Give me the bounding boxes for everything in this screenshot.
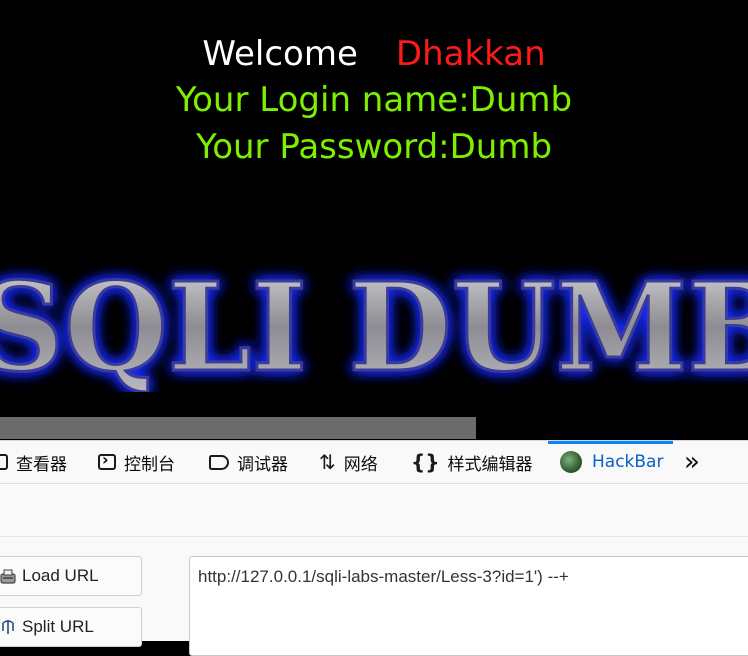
tab-label: 调试器 xyxy=(237,454,288,475)
tab-label: 样式编辑器 xyxy=(447,454,533,475)
tab-label: 网络 xyxy=(343,454,378,475)
load-url-icon xyxy=(0,569,16,584)
tab-inspector[interactable]: 查看器 xyxy=(0,441,67,483)
devtools-tab-bar: 查看器 控制台 调试器 ⇅ 网络 {} 样式编辑器 HackBar » xyxy=(0,441,748,484)
banner-text: SQLI DUMB xyxy=(0,262,748,392)
welcome-text: Welcome xyxy=(202,34,358,74)
url-input[interactable]: http://127.0.0.1/sqli-labs-master/Less-3… xyxy=(189,556,748,656)
network-icon: ⇅ xyxy=(319,450,336,474)
tab-console[interactable]: 控制台 xyxy=(98,441,175,483)
webpage-content: Welcome Dhakkan Your Login name:Dumb Your… xyxy=(0,0,748,440)
tab-label: 查看器 xyxy=(16,454,67,475)
login-name-line: Your Login name:Dumb xyxy=(175,80,573,120)
password-line: Your Password:Dumb xyxy=(195,127,553,167)
split-url-icon xyxy=(2,620,14,634)
tab-network[interactable]: ⇅ 网络 xyxy=(319,441,378,483)
debugger-icon xyxy=(209,454,229,470)
tab-label: HackBar xyxy=(592,452,664,472)
sqli-dumb-banner: SQLI DUMB xyxy=(0,254,748,401)
inspector-icon xyxy=(0,454,8,470)
tab-debugger[interactable]: 调试器 xyxy=(209,441,288,483)
tab-label: 控制台 xyxy=(124,454,175,475)
load-url-button[interactable]: Load URL xyxy=(0,556,142,596)
horizontal-scrollbar[interactable] xyxy=(0,417,476,439)
split-url-button[interactable]: Split URL xyxy=(0,607,142,647)
devtools-panel: 查看器 控制台 调试器 ⇅ 网络 {} 样式编辑器 HackBar » xyxy=(0,440,748,656)
welcome-line: Welcome Dhakkan xyxy=(0,34,748,74)
tab-hackbar[interactable]: HackBar xyxy=(547,441,674,483)
hackbar-icon xyxy=(560,451,582,473)
console-icon xyxy=(98,450,116,470)
username-display: Dhakkan xyxy=(395,34,546,74)
split-url-label: Split URL xyxy=(22,617,94,636)
load-url-label: Load URL xyxy=(22,566,99,585)
chevrons-right-icon[interactable]: » xyxy=(684,441,700,483)
hackbar-toolbar xyxy=(0,494,748,537)
tab-style-editor[interactable]: {} 样式编辑器 xyxy=(411,441,532,483)
style-editor-icon: {} xyxy=(411,450,440,474)
